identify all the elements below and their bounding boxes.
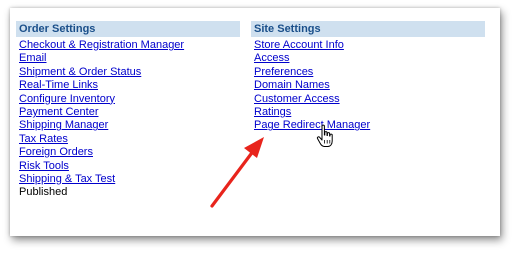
site-settings-links: Store Account Info Access Preferences Do… (251, 39, 485, 133)
list-item: Preferences (254, 66, 485, 79)
list-item: Email (19, 52, 240, 65)
access-link[interactable]: Access (254, 52, 289, 64)
list-item: Payment Center (19, 106, 240, 119)
site-settings-section: Site Settings Store Account Info Access … (251, 21, 485, 133)
store-account-info-link[interactable]: Store Account Info (254, 39, 344, 51)
customer-access-link[interactable]: Customer Access (254, 93, 340, 105)
order-settings-section: Order Settings Checkout & Registration M… (16, 21, 240, 200)
order-settings-header: Order Settings (16, 21, 240, 37)
foreign-orders-link[interactable]: Foreign Orders (19, 146, 93, 158)
list-item: Ratings (254, 106, 485, 119)
list-item: Shipping & Tax Test (19, 173, 240, 186)
ratings-link[interactable]: Ratings (254, 106, 291, 118)
email-link[interactable]: Email (19, 52, 47, 64)
list-item: Checkout & Registration Manager (19, 39, 240, 52)
published-status-text: Published (19, 186, 68, 199)
domain-names-link[interactable]: Domain Names (254, 79, 330, 91)
site-settings-header: Site Settings (251, 21, 485, 37)
real-time-links-link[interactable]: Real-Time Links (19, 79, 98, 91)
list-item: Foreign Orders (19, 146, 240, 159)
page-redirect-manager-link[interactable]: Page Redirect Manager (254, 119, 370, 131)
list-item: Tax Rates (19, 133, 240, 146)
settings-panel: Order Settings Checkout & Registration M… (10, 8, 500, 236)
list-item: Store Account Info (254, 39, 485, 52)
order-settings-links: Checkout & Registration Manager Email Sh… (16, 39, 240, 200)
list-item: Published (19, 186, 240, 199)
list-item: Domain Names (254, 79, 485, 92)
list-item: Access (254, 52, 485, 65)
shipping-tax-test-link[interactable]: Shipping & Tax Test (19, 173, 115, 185)
list-item: Shipment & Order Status (19, 66, 240, 79)
list-item: Customer Access (254, 93, 485, 106)
tax-rates-link[interactable]: Tax Rates (19, 133, 68, 145)
shipping-manager-link[interactable]: Shipping Manager (19, 119, 108, 131)
risk-tools-link[interactable]: Risk Tools (19, 160, 69, 172)
list-item: Real-Time Links (19, 79, 240, 92)
list-item: Risk Tools (19, 160, 240, 173)
checkout-registration-manager-link[interactable]: Checkout & Registration Manager (19, 39, 184, 51)
payment-center-link[interactable]: Payment Center (19, 106, 98, 118)
shipment-order-status-link[interactable]: Shipment & Order Status (19, 66, 141, 78)
preferences-link[interactable]: Preferences (254, 66, 313, 78)
list-item: Configure Inventory (19, 93, 240, 106)
configure-inventory-link[interactable]: Configure Inventory (19, 93, 115, 105)
list-item: Page Redirect Manager (254, 119, 485, 132)
hand-pointer-icon (316, 124, 333, 147)
list-item: Shipping Manager (19, 119, 240, 132)
